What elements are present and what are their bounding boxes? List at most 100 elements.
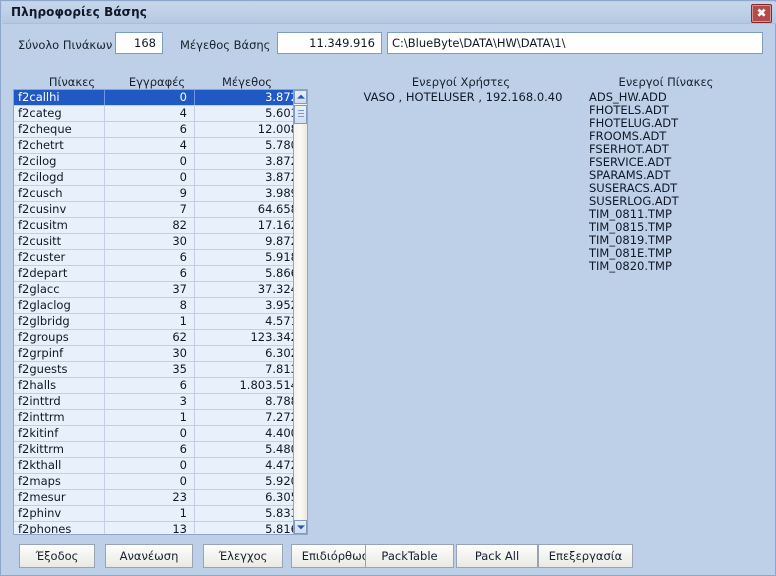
cell-record-count: 3 xyxy=(104,394,194,409)
cell-record-count: 1 xyxy=(104,410,194,425)
db-size-label: Μέγεθος Βάσης xyxy=(180,38,271,52)
total-tables-label: Σύνολο Πινάκων xyxy=(18,38,113,52)
cell-record-count: 9 xyxy=(104,186,194,201)
cell-size: 1.803.514 xyxy=(194,378,305,393)
cell-record-count: 6 xyxy=(104,266,194,281)
cell-table-name: f2guests xyxy=(18,362,68,376)
table-row[interactable]: f2mesur 23 6.305 xyxy=(14,490,305,506)
cell-size: 17.162 xyxy=(194,218,305,233)
table-row[interactable]: f2inttrd 3 8.788 xyxy=(14,394,305,410)
cell-record-count: 37 xyxy=(104,282,194,297)
refresh-button[interactable]: Ανανέωση xyxy=(105,544,193,568)
close-button[interactable]: ✖ xyxy=(751,4,772,23)
cell-size: 8.788 xyxy=(194,394,305,409)
active-tables-header: Ενεργοί Πίνακες xyxy=(618,75,714,89)
cell-record-count: 8 xyxy=(104,298,194,313)
table-row[interactable]: f2callhi 0 3.872 xyxy=(14,90,305,106)
cell-table-name: f2chetrt xyxy=(18,138,64,152)
column-header-records: Εγγραφές xyxy=(128,75,186,89)
cell-table-name: f2callhi xyxy=(18,90,60,104)
database-info-dialog: Πληροφορίες Βάσης ✖ Σύνολο Πινάκων 168 Μ… xyxy=(0,0,776,576)
title-bar: Πληροφορίες Βάσης ✖ xyxy=(2,2,776,24)
table-row[interactable]: f2kitinf 0 4.400 xyxy=(14,426,305,442)
scrollbar-thumb[interactable] xyxy=(294,105,307,124)
table-row[interactable]: f2groups 62 123.342 xyxy=(14,330,305,346)
cell-size: 3.872 xyxy=(194,170,305,185)
table-row[interactable]: f2halls 6 1.803.514 xyxy=(14,378,305,394)
cell-table-name: f2inttrd xyxy=(18,394,61,408)
tables-grid[interactable]: f2callhi 0 3.872 f2categ 4 5.603 f2cheque 6 12.0… xyxy=(13,89,306,535)
table-row[interactable]: f2depart 6 5.866 xyxy=(14,266,305,282)
cell-record-count: 0 xyxy=(104,170,194,185)
cell-table-name: f2maps xyxy=(18,474,61,488)
table-row[interactable]: f2cilog 0 3.872 xyxy=(14,154,305,170)
table-row[interactable]: f2phinv 1 5.833 xyxy=(14,506,305,522)
cell-table-name: f2kitinf xyxy=(18,426,59,440)
table-row[interactable]: f2custer 6 5.918 xyxy=(14,250,305,266)
cell-table-name: f2cilog xyxy=(18,154,57,168)
table-row[interactable]: f2kthall 0 4.472 xyxy=(14,458,305,474)
table-row[interactable]: f2cusch 9 3.989 xyxy=(14,186,305,202)
table-row[interactable]: f2glaclog 8 3.952 xyxy=(14,298,305,314)
cell-record-count: 1 xyxy=(104,314,194,329)
edit-button[interactable]: Επεξεργασία xyxy=(538,544,633,568)
cell-table-name: f2cusitt xyxy=(18,234,62,248)
window-title: Πληροφορίες Βάσης xyxy=(11,5,147,19)
total-tables-value[interactable]: 168 xyxy=(115,32,163,54)
cell-record-count: 6 xyxy=(104,378,194,393)
table-row[interactable]: f2phones 13 5.816 xyxy=(14,522,305,534)
cell-table-name: f2cusch xyxy=(18,186,63,200)
cell-table-name: f2halls xyxy=(18,378,57,392)
cell-record-count: 0 xyxy=(104,154,194,169)
cell-size: 5.480 xyxy=(194,442,305,457)
cell-record-count: 13 xyxy=(104,522,194,534)
column-header-tables: Πίνακες xyxy=(48,75,96,89)
cell-size: 123.342 xyxy=(194,330,305,345)
table-row[interactable]: f2glacc 37 37.324 xyxy=(14,282,305,298)
column-header-size: Μέγεθος xyxy=(222,75,272,89)
cell-table-name: f2categ xyxy=(18,106,62,120)
active-tables-list: ADS_HW.ADD FHOTELS.ADT FHOTELUG.ADT FROOMS.… xyxy=(589,91,769,273)
cell-table-name: f2glbridg xyxy=(18,314,70,328)
cell-table-name: f2cusinv xyxy=(18,202,67,216)
cell-size: 4.400 xyxy=(194,426,305,441)
cell-table-name: f2cilogd xyxy=(18,170,64,184)
cell-table-name: f2kthall xyxy=(18,458,62,472)
chevron-up-icon xyxy=(296,94,305,99)
cell-table-name: f2kittrm xyxy=(18,442,64,456)
table-row[interactable]: f2inttrm 1 7.272 xyxy=(14,410,305,426)
table-row[interactable]: f2cusinv 7 64.658 xyxy=(14,202,305,218)
cell-table-name: f2phinv xyxy=(18,506,62,520)
cell-table-name: f2grpinf xyxy=(18,346,64,360)
table-row[interactable]: f2cusitm 82 17.162 xyxy=(14,218,305,234)
db-size-value[interactable]: 11.349.916 xyxy=(277,32,382,54)
table-row[interactable]: f2categ 4 5.603 xyxy=(14,106,305,122)
cell-size: 12.008 xyxy=(194,122,305,137)
scroll-up-button[interactable] xyxy=(294,90,307,104)
table-row[interactable]: f2chetrt 4 5.780 xyxy=(14,138,305,154)
pack-all-button[interactable]: Pack All xyxy=(456,544,538,568)
check-button[interactable]: Έλεγχος xyxy=(203,544,283,568)
table-row[interactable]: f2kittrm 6 5.480 xyxy=(14,442,305,458)
table-row[interactable]: f2cheque 6 12.008 xyxy=(14,122,305,138)
table-row[interactable]: f2grpinf 30 6.302 xyxy=(14,346,305,362)
table-row[interactable]: f2cilogd 0 3.872 xyxy=(14,170,305,186)
cell-table-name: f2glaclog xyxy=(18,298,71,312)
cell-record-count: 82 xyxy=(104,218,194,233)
cell-table-name: f2cusitm xyxy=(18,218,68,232)
cell-table-name: f2mesur xyxy=(18,490,66,504)
active-table-item: TIM_0820.TMP xyxy=(589,259,672,273)
cell-size: 37.324 xyxy=(194,282,305,297)
database-path-field[interactable]: C:\BlueByte\DATA\HW\DATA\1\ xyxy=(387,32,763,54)
tables-grid-scrollbar[interactable] xyxy=(293,89,308,535)
table-row[interactable]: f2glbridg 1 4.571 xyxy=(14,314,305,330)
scroll-down-button[interactable] xyxy=(294,520,307,534)
exit-button[interactable]: Έξοδος xyxy=(19,544,95,568)
table-row[interactable]: f2maps 0 5.920 xyxy=(14,474,305,490)
cell-record-count: 62 xyxy=(104,330,194,345)
pack-table-button[interactable]: PackTable xyxy=(365,544,454,568)
table-row[interactable]: f2guests 35 7.813 xyxy=(14,362,305,378)
cell-size: 5.918 xyxy=(194,250,305,265)
table-row[interactable]: f2cusitt 30 9.872 xyxy=(14,234,305,250)
cell-record-count: 0 xyxy=(104,474,194,489)
